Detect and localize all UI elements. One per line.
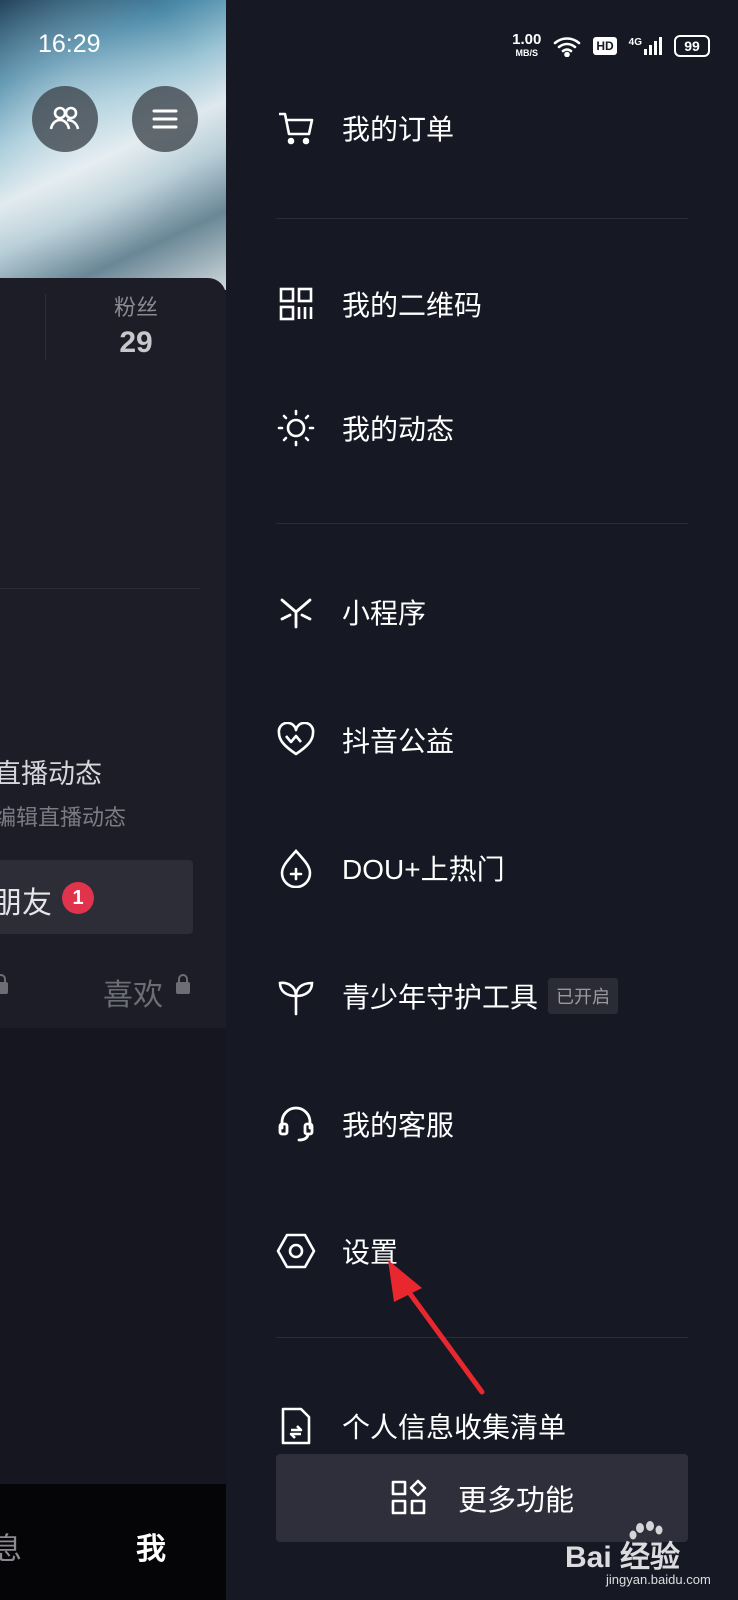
friend-badge: 1 (62, 882, 94, 914)
menu-item-charity[interactable]: 抖音公益 (276, 704, 696, 776)
friend-button-label: 朋友 (0, 887, 52, 920)
stat-divider (45, 294, 46, 360)
document-icon (276, 1406, 316, 1446)
menu-item-label: 我的客服 (342, 1110, 455, 1141)
mini-program-icon (276, 592, 316, 632)
menu-item-moments[interactable]: 我的动态 (276, 392, 696, 464)
watermark-url: jingyan.baidu.com (606, 1572, 711, 1587)
flame-plus-icon (276, 848, 316, 888)
headset-icon (276, 1104, 316, 1144)
grid-apps-icon (391, 1479, 427, 1515)
status-badge: 已开启 (548, 978, 619, 1014)
menu-item-youth-guard[interactable]: 青少年守护工具 已开启 (276, 960, 696, 1032)
profile-cover-image (0, 0, 226, 290)
heart-icon (276, 720, 316, 760)
menu-item-dou-plus[interactable]: DOU+上热门 (276, 832, 696, 904)
profile-divider (0, 588, 200, 589)
hamburger-icon (152, 109, 178, 129)
profile-page-background: 粉丝 29 直播动态 编辑直播动态 朋友 1 喜欢 息 我 (0, 0, 226, 1600)
nav-messages[interactable]: 息 (0, 1524, 22, 1568)
live-activity-subtitle: 编辑直播动态 (0, 805, 127, 830)
status-time: 16:29 (38, 30, 101, 58)
bottom-nav-bar (0, 1484, 226, 1600)
menu-item-label: 我的二维码 (342, 290, 483, 321)
more-features-label: 更多功能 (457, 1485, 574, 1517)
menu-item-customer-service[interactable]: 我的客服 (276, 1088, 696, 1160)
menu-item-label: 我的动态 (342, 414, 455, 445)
menu-item-label: 个人信息收集清单 (342, 1412, 567, 1443)
followers-count[interactable]: 29 (100, 326, 172, 360)
menu-item-qr-code[interactable]: 我的二维码 (276, 268, 696, 340)
menu-divider (276, 218, 688, 219)
menu-item-label: DOU+上热门 (342, 854, 505, 885)
menu-item-personal-info-list[interactable]: 个人信息收集清单 (276, 1390, 696, 1462)
menu-item-label: 青少年守护工具 (342, 982, 539, 1013)
lock-icon (176, 974, 190, 994)
menu-item-orders[interactable]: 我的订单 (276, 92, 696, 164)
tab-likes[interactable]: 喜欢 (103, 970, 163, 1014)
menu-item-label: 抖音公益 (342, 726, 455, 757)
annotation-arrow-icon (388, 1260, 485, 1395)
watermark-text: Bai 经验 (565, 1541, 681, 1574)
friends-button[interactable] (32, 86, 98, 152)
live-activity-title[interactable]: 直播动态 (0, 752, 102, 791)
menu-item-label: 小程序 (342, 598, 427, 629)
cart-icon (276, 108, 316, 148)
followers-label: 粉丝 (113, 295, 158, 320)
menu-item-label: 我的订单 (342, 114, 455, 145)
nav-me[interactable]: 我 (136, 1524, 166, 1568)
menu-divider (276, 523, 688, 524)
friends-icon (49, 106, 80, 130)
settings-hex-icon (276, 1231, 316, 1271)
qr-code-icon (276, 284, 316, 324)
sun-icon (276, 408, 316, 448)
menu-item-mini-programs[interactable]: 小程序 (276, 576, 696, 648)
menu-button[interactable] (132, 86, 198, 152)
sprout-icon (276, 976, 316, 1016)
lock-icon (0, 974, 8, 994)
